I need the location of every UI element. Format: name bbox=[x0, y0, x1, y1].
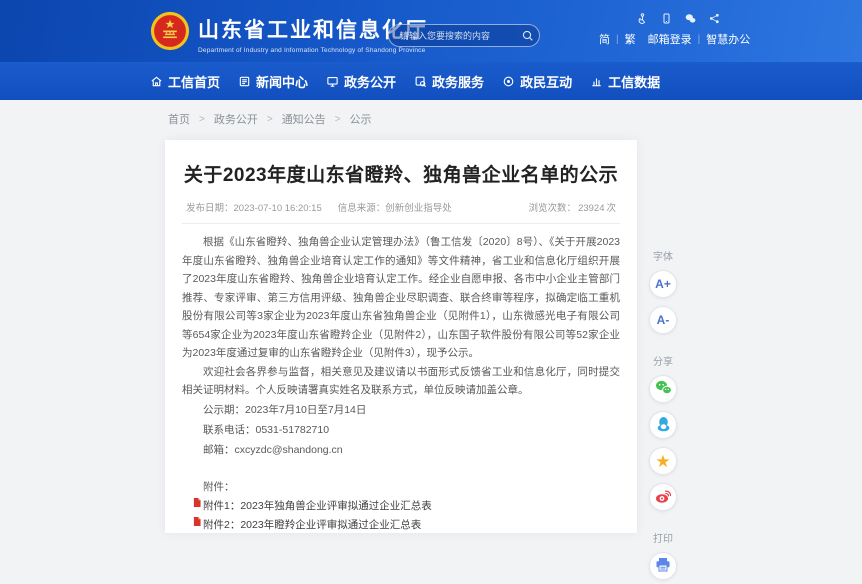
mail-login-link[interactable]: 邮箱登录 bbox=[648, 31, 692, 47]
font-decrease-button[interactable]: A- bbox=[649, 306, 677, 334]
contact-email: 邮箱：cxcyzdc@shandong.cn bbox=[182, 440, 620, 460]
article-card: 关于2023年度山东省瞪羚、独角兽企业名单的公示 发布日期：2023-07-10… bbox=[165, 140, 637, 533]
share-wechat-button[interactable] bbox=[649, 375, 677, 403]
attachments-label: 附件： bbox=[182, 478, 620, 497]
nav-item-interaction[interactable]: 政民互动 bbox=[502, 72, 572, 91]
attachment-item: 附件2：2023年瞪羚企业评审拟通过企业汇总表 bbox=[182, 516, 620, 534]
link-separator: | bbox=[616, 34, 619, 45]
nav-item-label: 新闻中心 bbox=[256, 72, 308, 91]
attachment-link-2[interactable]: 附件2：2023年瞪羚企业评审拟通过企业汇总表 bbox=[203, 516, 421, 534]
news-icon bbox=[238, 75, 251, 88]
share-label: 分享 bbox=[653, 353, 673, 368]
qq-icon bbox=[656, 416, 671, 435]
data-icon bbox=[590, 75, 603, 88]
print-label: 打印 bbox=[653, 530, 673, 545]
font-label: 字体 bbox=[653, 248, 673, 263]
nav-item-disclosure[interactable]: 政务公开 bbox=[326, 72, 396, 91]
article-body: 根据《山东省瞪羚、独角兽企业认定管理办法》（鲁工信发〔2020〕8号）、《关于开… bbox=[182, 233, 620, 533]
nav-item-label: 政民互动 bbox=[520, 72, 572, 91]
header-links: 简 | 繁 邮箱登录 | 智慧办公 bbox=[599, 31, 750, 47]
share-network-icon[interactable] bbox=[709, 13, 720, 24]
wechat-mini-icon[interactable] bbox=[685, 13, 696, 24]
printer-icon bbox=[655, 557, 671, 575]
header-quick-icons bbox=[637, 13, 720, 24]
weibo-icon bbox=[655, 488, 672, 507]
search-box[interactable] bbox=[388, 24, 540, 47]
search-icon[interactable] bbox=[521, 29, 535, 43]
font-increase-button[interactable]: A+ bbox=[649, 270, 677, 298]
info-source: 信息来源：创新创业指导处 bbox=[338, 200, 452, 214]
site-header: 山东省工业和信息化厅 Department of Industry and In… bbox=[0, 0, 862, 62]
attachment-link-1[interactable]: 附件1：2023年独角兽企业评审拟通过企业汇总表 bbox=[203, 497, 432, 516]
share-weibo-button[interactable] bbox=[649, 483, 677, 511]
wechat-icon bbox=[655, 380, 672, 398]
nav-item-label: 政务公开 bbox=[344, 72, 396, 91]
paragraph-1: 根据《山东省瞪羚、独角兽企业认定管理办法》（鲁工信发〔2020〕8号）、《关于开… bbox=[182, 233, 620, 363]
nav-item-data[interactable]: 工信数据 bbox=[590, 72, 660, 91]
nav-item-label: 工信数据 bbox=[608, 72, 660, 91]
nav-item-services[interactable]: 政务服务 bbox=[414, 72, 484, 91]
pdf-icon bbox=[193, 498, 201, 507]
qzone-star-icon: ★ bbox=[655, 453, 670, 470]
breadcrumb-home[interactable]: 首页 bbox=[168, 111, 190, 127]
lang-traditional-link[interactable]: 繁 bbox=[625, 31, 636, 47]
link-separator: | bbox=[698, 34, 701, 45]
breadcrumb-separator: > bbox=[335, 114, 341, 125]
mobile-icon[interactable] bbox=[661, 13, 672, 24]
breadcrumb-notices[interactable]: 通知公告 bbox=[282, 111, 326, 127]
nav-item-label: 政务服务 bbox=[432, 72, 484, 91]
breadcrumb-separator: > bbox=[267, 114, 273, 125]
home-icon bbox=[150, 75, 163, 88]
monitor-icon bbox=[326, 75, 339, 88]
breadcrumb-separator: > bbox=[199, 114, 205, 125]
article-meta: 发布日期：2023-07-10 16:20:15 信息来源：创新创业指导处 浏览… bbox=[182, 200, 620, 224]
print-button[interactable] bbox=[649, 552, 677, 580]
interaction-icon bbox=[502, 75, 515, 88]
smart-office-link[interactable]: 智慧办公 bbox=[706, 31, 750, 47]
nav-item-news[interactable]: 新闻中心 bbox=[238, 72, 308, 91]
national-emblem-logo bbox=[150, 11, 190, 51]
view-count: 浏览次数：23924次 bbox=[527, 200, 616, 214]
breadcrumb-current: 公示 bbox=[350, 111, 372, 127]
publish-date: 发布日期：2023-07-10 16:20:15 bbox=[186, 200, 322, 214]
search-input[interactable] bbox=[389, 31, 521, 41]
floating-toolbar: 字体 A+ A- 分享 ★ bbox=[644, 244, 682, 584]
attachment-item: 附件1：2023年独角兽企业评审拟通过企业汇总表 bbox=[182, 497, 620, 516]
main-nav: 工信首页 新闻中心 政务公开 政务服务 bbox=[0, 62, 862, 100]
breadcrumb-disclosure[interactable]: 政务公开 bbox=[214, 111, 258, 127]
nav-item-home[interactable]: 工信首页 bbox=[150, 72, 220, 91]
paragraph-2: 欢迎社会各界参与监督，相关意见及建议请以书面形式反馈省工业和信息化厅，同时提交相… bbox=[182, 363, 620, 400]
share-qzone-button[interactable]: ★ bbox=[649, 447, 677, 475]
contact-phone: 联系电话：0531-51782710 bbox=[182, 420, 620, 440]
accessibility-icon[interactable] bbox=[637, 13, 648, 24]
notice-period: 公示期：2023年7月10日至7月14日 bbox=[182, 400, 620, 420]
breadcrumb: 首页 > 政务公开 > 通知公告 > 公示 bbox=[0, 100, 862, 138]
nav-item-label: 工信首页 bbox=[168, 72, 220, 91]
site-subtitle: Department of Industry and Information T… bbox=[198, 47, 428, 54]
share-qq-button[interactable] bbox=[649, 411, 677, 439]
lang-simplified-link[interactable]: 简 bbox=[599, 31, 610, 47]
pdf-icon bbox=[193, 517, 201, 526]
service-search-icon bbox=[414, 75, 427, 88]
page-title: 关于2023年度山东省瞪羚、独角兽企业名单的公示 bbox=[182, 160, 620, 187]
